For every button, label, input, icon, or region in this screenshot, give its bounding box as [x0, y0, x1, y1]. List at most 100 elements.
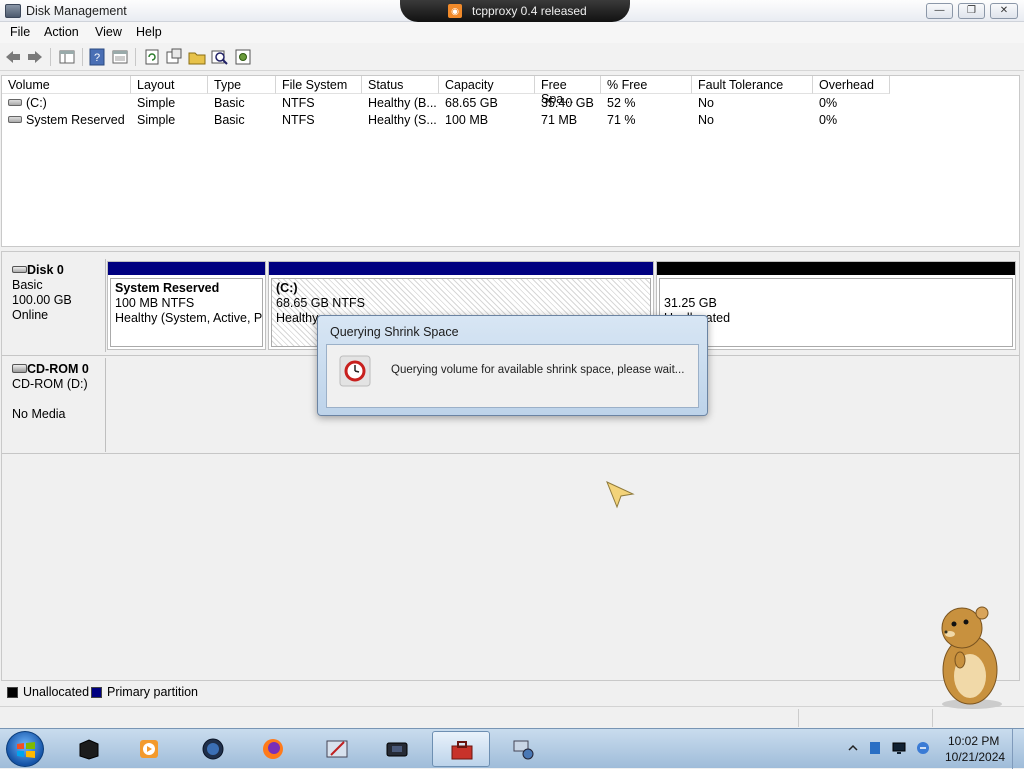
dialog-title: Querying Shrink Space: [330, 325, 459, 339]
divider: [2, 453, 1019, 454]
legend-label-primary: Primary partition: [107, 685, 198, 699]
clock-icon: [339, 355, 371, 387]
volume-percent-free: 71 %: [607, 113, 636, 127]
taskbar-item-browser[interactable]: [184, 731, 242, 767]
taskbar-item-toolbox[interactable]: [432, 731, 490, 767]
legend: Unallocated Primary partition: [1, 683, 1020, 703]
partition-unallocated[interactable]: 31.25 GB Unallocated: [656, 261, 1016, 350]
network-tray-icon[interactable]: [916, 741, 930, 755]
taskbar-item-terminal[interactable]: [60, 731, 118, 767]
column-header-status[interactable]: Status: [362, 76, 439, 94]
disk-state: No Media: [12, 407, 66, 421]
column-header-capacity[interactable]: Capacity: [439, 76, 535, 94]
refresh-icon[interactable]: [143, 48, 161, 66]
help-icon[interactable]: ?: [88, 48, 106, 66]
partition-status: Unallocated: [664, 311, 1008, 326]
media-player-icon: [140, 740, 158, 758]
back-icon[interactable]: [4, 48, 22, 66]
menu-action[interactable]: Action: [44, 25, 79, 39]
volume-list: Volume Layout Type File System Status Ca…: [1, 75, 1020, 247]
menu-file[interactable]: File: [10, 25, 30, 39]
column-header-fault-tolerance[interactable]: Fault Tolerance: [692, 76, 813, 94]
column-header-overhead[interactable]: Overhead: [813, 76, 890, 94]
tray-app-icon[interactable]: [868, 741, 882, 755]
volume-fault-tolerance: No: [698, 113, 714, 127]
querying-shrink-space-dialog: Querying Shrink Space Querying volume fo…: [317, 315, 708, 416]
volume-percent-free: 52 %: [607, 96, 636, 110]
partition-title: [664, 281, 1008, 296]
disk-0-label[interactable]: Disk 0 Basic 100.00 GB Online: [3, 259, 106, 352]
disk-state: Online: [12, 308, 49, 322]
column-header-free-space[interactable]: Free Spa...: [535, 76, 601, 106]
column-header-layout[interactable]: Layout: [131, 76, 208, 94]
show-hidden-icons-icon[interactable]: [846, 741, 860, 755]
drive-icon: [8, 99, 22, 106]
volume-layout: Simple: [137, 96, 176, 110]
column-header-volume[interactable]: Volume: [2, 76, 131, 94]
taskbar-item-editor[interactable]: [308, 731, 366, 767]
volume-capacity: 100 MB: [445, 113, 489, 127]
close-button[interactable]: ✕: [990, 3, 1018, 19]
clock-time[interactable]: 10:02 PM: [948, 734, 999, 748]
volume-capacity: 68.65 GB: [445, 96, 498, 110]
notification-banner[interactable]: ◉ tcpproxy 0.4 released: [400, 0, 630, 22]
partition-system-reserved[interactable]: System Reserved 100 MB NTFS Healthy (Sys…: [107, 261, 266, 350]
editor-icon: [326, 740, 348, 758]
rescan-icon[interactable]: [165, 48, 183, 66]
volume-file-system: NTFS: [282, 113, 315, 127]
mouse-cursor-icon: [606, 481, 635, 509]
partition-bar: [657, 262, 1015, 275]
start-button[interactable]: [6, 731, 44, 767]
forward-icon[interactable]: [26, 48, 44, 66]
status-bar: [0, 706, 1024, 728]
title-bar: Disk Management ◉ tcpproxy 0.4 released …: [0, 0, 1024, 22]
console-tree-icon[interactable]: [58, 48, 76, 66]
taskbar-item-firefox[interactable]: [244, 731, 302, 767]
clock-date[interactable]: 10/21/2024: [945, 750, 1005, 764]
minimize-button[interactable]: —: [926, 3, 953, 19]
volume-overhead: 0%: [819, 96, 838, 110]
disk-icon: [12, 266, 27, 273]
taskbar-item-media-player[interactable]: [120, 731, 178, 767]
window-title: Disk Management: [26, 4, 127, 18]
notification-text[interactable]: tcpproxy 0.4 released: [472, 4, 587, 18]
disk-type: CD-ROM (D:): [12, 377, 88, 391]
legend-swatch-unallocated: [7, 687, 18, 698]
monitor-icon[interactable]: [892, 741, 906, 755]
column-header-file-system[interactable]: File System: [276, 76, 362, 94]
menu-view[interactable]: View: [95, 25, 122, 39]
column-header-type[interactable]: Type: [208, 76, 276, 94]
column-header-percent-free[interactable]: % Free: [601, 76, 692, 94]
partition-title: (C:): [276, 281, 298, 295]
volume-file-system: NTFS: [282, 96, 315, 110]
disk-size: 100.00 GB: [12, 293, 72, 307]
volume-name: System Reserved: [26, 113, 125, 127]
taskbar-item-network[interactable]: [494, 731, 552, 767]
volume-fault-tolerance: No: [698, 96, 714, 110]
terminal-icon: [79, 739, 99, 760]
cdrom-0-label[interactable]: CD-ROM 0 CD-ROM (D:) No Media: [3, 358, 106, 452]
taskbar: 10:02 PM 10/21/2024: [0, 728, 1024, 769]
volume-type: Basic: [214, 113, 245, 127]
open-icon[interactable]: [188, 48, 206, 66]
taskbar-item-display[interactable]: [368, 731, 426, 767]
volume-free-space: 71 MB: [541, 113, 578, 127]
disk-type: Basic: [12, 278, 43, 292]
rss-icon: ◉: [448, 4, 462, 18]
properties-icon[interactable]: [111, 48, 129, 66]
dialog-body: Querying volume for available shrink spa…: [326, 344, 699, 408]
firefox-icon: [263, 739, 283, 759]
network-icon: [513, 740, 534, 760]
cdrom-icon: [12, 364, 27, 373]
show-desktop-button[interactable]: [1012, 729, 1024, 769]
legend-label-unallocated: Unallocated: [23, 685, 90, 699]
browser-icon: [202, 738, 224, 760]
search-icon[interactable]: [211, 48, 229, 66]
system-tray: 10:02 PM 10/21/2024: [840, 729, 1024, 769]
volume-name: (C:): [26, 96, 47, 110]
settings-icon[interactable]: [234, 48, 252, 66]
volume-type: Basic: [214, 96, 245, 110]
toolbar: ?: [0, 43, 1024, 71]
menu-help[interactable]: Help: [136, 25, 162, 39]
maximize-button[interactable]: ❐: [958, 3, 985, 19]
